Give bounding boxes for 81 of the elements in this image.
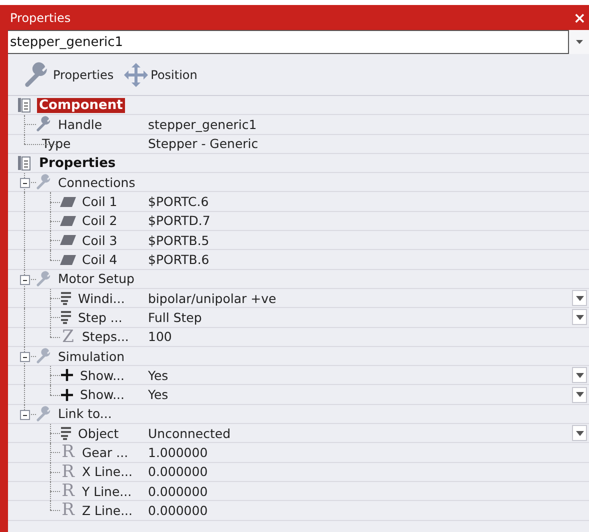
property-value: $PORTC.6 xyxy=(148,194,209,210)
dropdown-button[interactable] xyxy=(572,309,587,326)
caret-icon xyxy=(576,430,584,436)
property-value: $PORTB.6 xyxy=(148,252,210,268)
property-name: Y Line... xyxy=(82,484,132,499)
caret-icon xyxy=(576,296,584,301)
caret-icon xyxy=(576,372,584,378)
property-name: Object xyxy=(78,426,119,441)
group-name: Simulation xyxy=(58,348,125,364)
property-value: 0.000000 xyxy=(148,484,208,499)
property-name: Windi... xyxy=(78,290,125,306)
property-name: Coil 4 xyxy=(82,252,118,268)
type-icon: R xyxy=(60,483,76,500)
property-value: stepper_generic1 xyxy=(148,116,257,132)
coil-icon xyxy=(60,214,76,227)
type-icon: Z xyxy=(60,328,76,345)
toolbar-tab[interactable]: Position xyxy=(122,60,200,88)
wrench-icon xyxy=(36,116,52,132)
property-name: Handle xyxy=(58,116,102,132)
property-value: Unconnected xyxy=(148,426,231,441)
property-name: Coil 1 xyxy=(82,194,118,210)
expander-box[interactable] xyxy=(20,178,30,188)
plus-icon xyxy=(60,368,74,382)
coil-icon xyxy=(60,196,76,208)
component-select-field[interactable]: stepper_generic1 xyxy=(8,30,569,54)
property-value: 0.000000 xyxy=(148,464,208,480)
section-icon xyxy=(17,155,31,172)
section-header[interactable]: Properties xyxy=(37,156,118,171)
plus-icon xyxy=(60,388,74,402)
property-value: $PORTD.7 xyxy=(148,213,210,228)
type-icon: R xyxy=(60,464,76,480)
section-icon xyxy=(17,97,31,114)
property-value: bipolar/unipolar +ve xyxy=(148,290,276,306)
wrench-icon xyxy=(36,348,52,364)
property-value: $PORTB.5 xyxy=(148,232,210,248)
wrench-icon xyxy=(36,270,52,287)
coil-icon xyxy=(60,254,76,266)
wrench-icon xyxy=(36,406,52,422)
wrench-icon xyxy=(36,174,52,190)
property-value: Full Step xyxy=(148,310,202,325)
list-icon xyxy=(60,426,72,440)
move-arrows-icon xyxy=(124,62,148,86)
group-name: Link to... xyxy=(58,406,112,422)
list-icon xyxy=(60,310,72,324)
list-icon xyxy=(60,291,72,306)
expander-box[interactable] xyxy=(20,274,30,285)
type-icon: R xyxy=(60,502,76,518)
group-name: Connections xyxy=(58,174,136,190)
group-name: Motor Setup xyxy=(58,271,134,286)
dropdown-button[interactable] xyxy=(572,290,587,306)
wrench-icon xyxy=(24,62,50,88)
property-name: Gear ... xyxy=(82,444,128,460)
expander-box[interactable] xyxy=(20,352,30,362)
property-name: X Line... xyxy=(82,464,133,480)
dropdown-button[interactable] xyxy=(572,367,587,384)
property-name: Type xyxy=(42,136,71,152)
dropdown-button[interactable] xyxy=(572,425,587,442)
property-name: Step ... xyxy=(78,310,122,325)
property-name: Show... xyxy=(80,368,125,383)
property-name: Z Line... xyxy=(82,502,133,518)
dropdown-button[interactable] xyxy=(572,386,587,403)
property-name: Coil 2 xyxy=(82,213,118,228)
caret-icon xyxy=(576,314,584,320)
property-name: Show... xyxy=(80,387,125,402)
coil-icon xyxy=(60,234,76,246)
property-value: Stepper - Generic xyxy=(148,136,258,152)
toolbar-tab[interactable]: Properties xyxy=(22,60,116,90)
property-value: 1.000000 xyxy=(148,444,208,460)
close-button[interactable]: × xyxy=(570,10,589,26)
dropdown-arrow-icon xyxy=(576,40,582,44)
property-value: Yes xyxy=(148,387,168,402)
property-name: Coil 3 xyxy=(82,232,118,248)
window-title: Properties xyxy=(10,10,71,24)
property-value: 100 xyxy=(148,329,172,344)
expander-box[interactable] xyxy=(20,410,30,420)
caret-icon xyxy=(576,392,584,398)
property-value: Yes xyxy=(148,368,168,383)
property-name: Steps... xyxy=(82,329,129,344)
type-icon: R xyxy=(60,444,76,460)
section-header[interactable]: Component xyxy=(37,98,125,113)
property-value: 0.000000 xyxy=(148,502,208,518)
